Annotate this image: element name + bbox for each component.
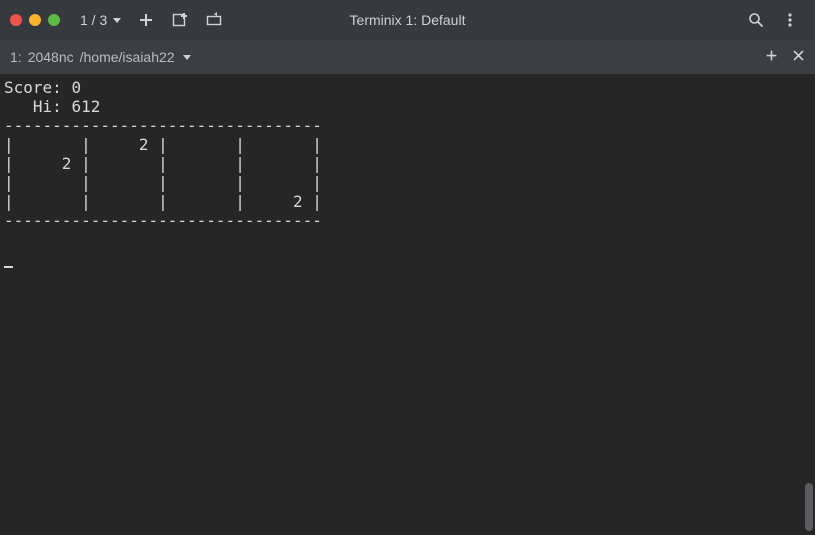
split-terminal-button[interactable] xyxy=(199,5,229,35)
hi-line: Hi: 612 xyxy=(4,97,100,116)
plus-icon xyxy=(138,12,154,28)
tab-cwd: /home/isaiah22 xyxy=(80,49,175,65)
chevron-down-icon xyxy=(113,18,121,23)
tab-process: 2048nc xyxy=(28,49,74,65)
window-controls xyxy=(10,14,60,26)
score-line: Score: 0 xyxy=(4,78,81,97)
terminal-cursor xyxy=(4,252,13,268)
terminal-viewport[interactable]: Score: 0 Hi: 612 -----------------------… xyxy=(0,74,815,535)
add-terminal-down-button[interactable] xyxy=(165,5,195,35)
close-window-button[interactable] xyxy=(10,14,22,26)
window-title: Terminix 1: Default xyxy=(350,12,466,28)
maximize-window-button[interactable] xyxy=(48,14,60,26)
split-icon xyxy=(206,12,222,28)
close-tab-button[interactable] xyxy=(792,49,805,66)
kebab-icon xyxy=(782,12,798,28)
active-tab[interactable]: 1: 2048nc /home/isaiah22 xyxy=(10,49,191,65)
scrollbar-thumb[interactable] xyxy=(805,483,813,531)
session-counter[interactable]: 1 / 3 xyxy=(74,8,127,32)
menu-button[interactable] xyxy=(775,5,805,35)
session-counter-label: 1 / 3 xyxy=(80,12,107,28)
close-icon xyxy=(792,49,805,62)
add-tab-button[interactable] xyxy=(765,49,778,66)
search-button[interactable] xyxy=(741,5,771,35)
new-terminal-icon xyxy=(172,12,188,28)
game-board: --------------------------------- | | 2 … xyxy=(4,116,322,230)
tabbar: 1: 2048nc /home/isaiah22 xyxy=(0,40,815,74)
search-icon xyxy=(748,12,764,28)
chevron-down-icon xyxy=(183,55,191,60)
tab-index: 1: xyxy=(10,49,22,65)
titlebar: 1 / 3 Terminix 1: Default xyxy=(0,0,815,40)
plus-icon xyxy=(765,49,778,62)
add-terminal-button[interactable] xyxy=(131,5,161,35)
minimize-window-button[interactable] xyxy=(29,14,41,26)
